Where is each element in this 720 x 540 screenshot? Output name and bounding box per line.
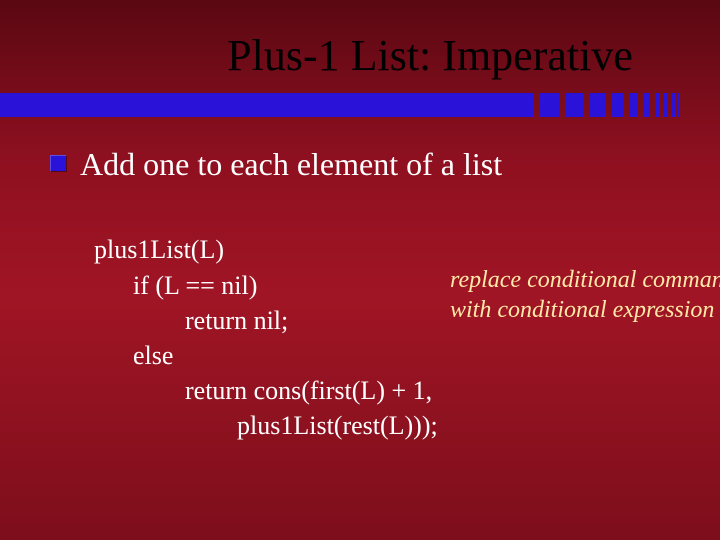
code-line: return cons(first(L) + 1,: [94, 376, 432, 405]
bullet-text: Add one to each element of a list: [80, 145, 502, 183]
slide-title: Plus-1 List: Imperative: [0, 0, 720, 93]
code-line: plus1List(L): [94, 235, 224, 264]
annotation-line: replace conditional command: [450, 265, 720, 295]
square-bullet-icon: [50, 155, 66, 171]
code-line: return nil;: [94, 306, 288, 335]
code-block: plus1List(L) if (L == nil) return nil; e…: [50, 197, 670, 513]
annotation-line: with conditional expression: [450, 295, 720, 325]
code-line: plus1List(rest(L)));: [94, 411, 438, 440]
bullet-item: Add one to each element of a list: [50, 145, 670, 183]
accent-stripe: [0, 93, 720, 117]
code-line: if (L == nil): [94, 271, 257, 300]
annotation: replace conditional command with conditi…: [450, 265, 720, 325]
slide-body: Add one to each element of a list plus1L…: [0, 117, 720, 513]
code-line: else: [94, 341, 173, 370]
